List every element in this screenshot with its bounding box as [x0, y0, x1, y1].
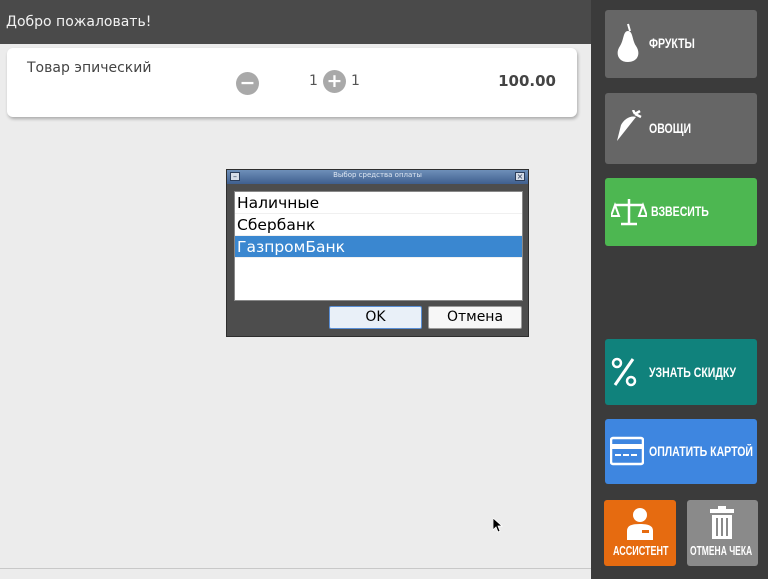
dialog-titlebar[interactable]: – Выбор средства оплаты × [227, 170, 528, 184]
status-strip [0, 568, 591, 579]
person-icon [627, 508, 653, 540]
discount-label: УЗНАТЬ СКИДКУ [649, 365, 737, 380]
pay-card-button[interactable]: ОПЛАТИТЬ КАРТОЙ [605, 419, 757, 484]
percent-icon [611, 357, 637, 387]
cart-item: Товар эпический − 1 + 1 100.00 [7, 48, 577, 117]
item-quantity: 1 [309, 73, 318, 89]
item-quantity-secondary: 1 [351, 73, 360, 89]
payment-option-sberbank[interactable]: Сбербанк [235, 214, 522, 236]
close-icon[interactable]: × [515, 172, 525, 181]
cancel-button[interactable]: Отмена [428, 306, 522, 329]
page-title: Добро пожаловать! [6, 14, 152, 30]
weigh-label: ВЗВЕСИТЬ [651, 204, 709, 219]
credit-card-icon [610, 436, 644, 466]
weigh-button[interactable]: ВЗВЕСИТЬ [605, 178, 757, 246]
item-name: Товар эпический [27, 60, 152, 76]
vegetables-button[interactable]: ОВОЩИ [605, 93, 757, 164]
pear-icon [617, 23, 639, 62]
vegetables-label: ОВОЩИ [649, 121, 692, 136]
ok-button[interactable]: OK [329, 306, 422, 329]
pay-card-label: ОПЛАТИТЬ КАРТОЙ [649, 444, 754, 459]
payment-option-gazprombank[interactable]: ГазпромБанк [235, 236, 522, 258]
cancel-check-label: ОТМЕНА ЧЕКА [690, 544, 753, 558]
header-bar: Добро пожаловать! [0, 0, 591, 44]
decrease-qty-button[interactable]: − [236, 72, 259, 95]
assistant-label: АССИСТЕНТ [613, 544, 669, 558]
mouse-cursor-icon [493, 518, 503, 533]
payment-option-cash[interactable]: Наличные [235, 192, 522, 214]
trash-icon [710, 506, 734, 539]
cancel-check-button[interactable]: ОТМЕНА ЧЕКА [687, 500, 758, 566]
item-price: 100.00 [498, 72, 556, 90]
assistant-button[interactable]: АССИСТЕНТ [604, 500, 676, 566]
main-area: Добро пожаловать! Товар эпический − 1 + … [0, 0, 591, 579]
fruits-label: ФРУКТЫ [649, 36, 695, 51]
discount-button[interactable]: УЗНАТЬ СКИДКУ [605, 339, 757, 405]
fruits-button[interactable]: ФРУКТЫ [605, 10, 757, 78]
scales-icon [611, 199, 647, 226]
increase-qty-button[interactable]: + [323, 70, 346, 93]
payment-method-list[interactable]: Наличные Сбербанк ГазпромБанк [234, 191, 523, 301]
dialog-title: Выбор средства оплаты [333, 171, 422, 179]
carrot-icon [617, 110, 642, 141]
payment-method-dialog: – Выбор средства оплаты × Наличные Сберб… [226, 169, 529, 337]
